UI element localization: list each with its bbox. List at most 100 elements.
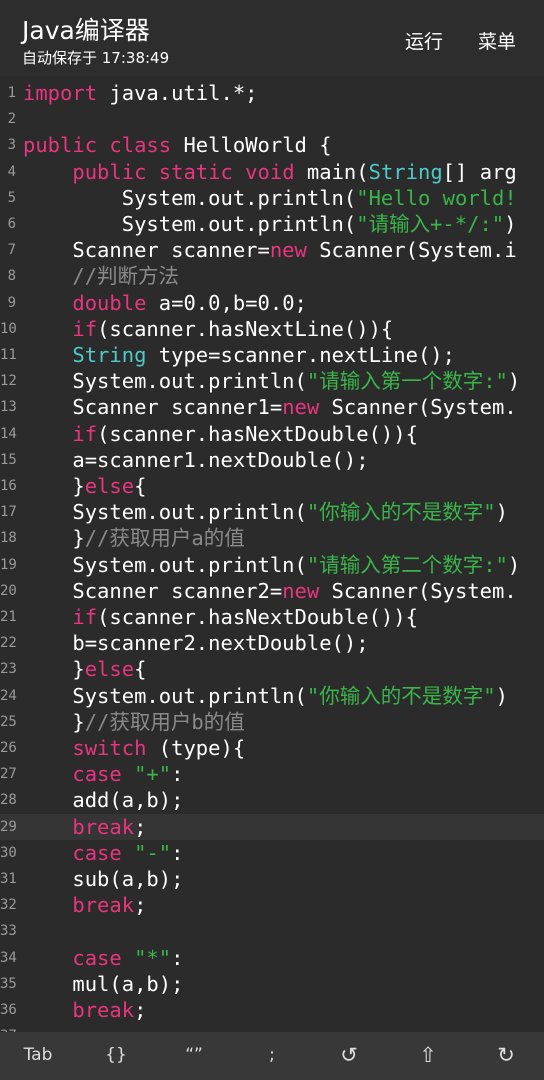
semicolon-key-button[interactable]: ; — [242, 1032, 302, 1080]
run-button[interactable]: 运行 — [405, 27, 443, 54]
code-editor[interactable]: 1 import java.util.*; 2 3 public class Hello… — [0, 76, 544, 1032]
code-token: ; — [134, 893, 147, 918]
code-token: System.out.println( — [23, 369, 307, 394]
code-line[interactable]: 34 case "*": — [0, 945, 544, 971]
line-number: 2 — [7, 111, 16, 128]
redo-button[interactable]: ↻ — [476, 1032, 536, 1080]
code-text[interactable]: System.out.println("请输入+-*/:") — [23, 211, 517, 237]
code-token: ) — [507, 369, 521, 394]
code-line[interactable]: 30 case "-": — [0, 840, 544, 866]
code-line[interactable]: 7 Scanner scanner=new Scanner(System.i — [0, 237, 544, 263]
code-text[interactable]: case "-": — [23, 840, 183, 866]
code-text[interactable]: }//获取用户a的值 — [23, 525, 244, 551]
code-line[interactable]: 9 double a=0.0,b=0.0; — [0, 290, 544, 316]
code-text[interactable]: if(scanner.hasNextDouble()){ — [23, 421, 418, 447]
code-text[interactable]: Scanner scanner1=new Scanner(System. — [23, 394, 516, 420]
code-text[interactable]: sub(a,b); — [23, 866, 183, 892]
menu-button[interactable]: 菜单 — [478, 27, 516, 54]
code-token: System.out.println( — [23, 552, 307, 577]
code-text[interactable]: System.out.println("请输入第一个数字:") — [23, 368, 520, 394]
redo-icon: ↻ — [497, 1043, 515, 1067]
code-text[interactable]: System.out.println("你输入的不是数字") — [23, 683, 508, 709]
code-text[interactable]: add(a,b); — [23, 787, 183, 813]
code-line[interactable]: 26 switch (type){ — [0, 735, 544, 761]
code-text[interactable]: break; — [23, 814, 146, 840]
code-line[interactable]: 17 System.out.println("你输入的不是数字") — [0, 499, 544, 525]
code-token: java.util.*; — [97, 81, 258, 105]
code-line[interactable]: 28 add(a,b); — [0, 787, 544, 813]
shift-button[interactable]: ⇧ — [398, 1032, 458, 1080]
code-text[interactable]: public class HelloWorld { — [23, 132, 332, 158]
code-text[interactable]: a=scanner1.nextDouble(); — [23, 447, 368, 473]
code-token: HelloWorld { — [171, 133, 332, 158]
braces-key-button[interactable]: {} — [86, 1032, 146, 1080]
code-line[interactable]: 13 Scanner scanner1=new Scanner(System. — [0, 394, 544, 420]
code-token: case — [72, 762, 122, 787]
code-line[interactable]: 1 import java.util.*; — [0, 80, 544, 106]
code-line[interactable]: 31 sub(a,b); — [0, 866, 544, 892]
code-line[interactable]: 21 if(scanner.hasNextDouble()){ — [0, 604, 544, 630]
code-line[interactable]: 3 public class HelloWorld { — [0, 132, 544, 158]
code-line[interactable]: 19 System.out.println("请输入第二个数字:") — [0, 552, 544, 578]
code-line[interactable]: 8 //判断方法 — [0, 263, 544, 289]
code-text[interactable]: }else{ — [23, 656, 146, 682]
line-number: 3 — [7, 137, 16, 154]
code-line[interactable]: 23 }else{ — [0, 656, 544, 682]
code-text[interactable]: import java.util.*; — [23, 80, 258, 106]
code-token: } — [23, 709, 85, 734]
code-line[interactable]: 15 a=scanner1.nextDouble(); — [0, 447, 544, 473]
code-text[interactable]: switch (type){ — [23, 735, 245, 761]
code-line[interactable]: 20 Scanner scanner2=new Scanner(System. — [0, 578, 544, 604]
code-line[interactable]: 22 b=scanner2.nextDouble(); — [0, 630, 544, 656]
code-line[interactable]: 37 — [0, 1023, 544, 1032]
code-text[interactable]: case "+": — [23, 761, 183, 787]
code-line[interactable]: 4 public static void main(String[] arg — [0, 159, 544, 185]
code-text[interactable]: }//获取用户b的值 — [23, 709, 244, 735]
code-line[interactable]: 16 }else{ — [0, 473, 544, 499]
code-line[interactable]: 32 break; — [0, 892, 544, 918]
code-text[interactable]: mul(a,b); — [23, 971, 183, 997]
code-text[interactable]: if(scanner.hasNextLine()){ — [23, 316, 393, 342]
quotes-key-button[interactable]: “” — [164, 1032, 224, 1080]
code-line[interactable]: 12 System.out.println("请输入第一个数字:") — [0, 368, 544, 394]
code-text[interactable]: System.out.println("你输入的不是数字") — [23, 499, 508, 525]
code-line[interactable]: 33 — [0, 918, 544, 944]
code-text[interactable]: //判断方法 — [23, 263, 179, 289]
tab-key-button[interactable]: Tab — [8, 1032, 68, 1080]
code-line[interactable]: 25 }//获取用户b的值 — [0, 709, 544, 735]
code-text[interactable]: String type=scanner.nextLine(); — [23, 342, 455, 368]
code-text[interactable]: break; — [23, 892, 146, 918]
code-line[interactable]: 18 }//获取用户a的值 — [0, 525, 544, 551]
code-line[interactable]: 36 break; — [0, 997, 544, 1023]
line-number: 4 — [7, 163, 16, 180]
code-text[interactable]: System.out.println("Hello world! — [23, 185, 517, 211]
undo-button[interactable]: ↺ — [319, 1032, 379, 1080]
code-line[interactable]: 35 mul(a,b); — [0, 971, 544, 997]
code-text[interactable]: }else{ — [23, 473, 146, 499]
code-token: else — [84, 474, 135, 498]
code-text[interactable]: public static void main(String[] arg — [23, 159, 516, 185]
code-text[interactable]: b=scanner2.nextDouble(); — [23, 630, 368, 656]
code-line[interactable]: 27 case "+": — [0, 761, 544, 787]
code-text[interactable]: case "*": — [23, 945, 183, 971]
code-line[interactable]: 6 System.out.println("请输入+-*/:") — [0, 211, 544, 237]
code-token: if — [72, 605, 98, 629]
code-text[interactable]: Scanner scanner2=new Scanner(System. — [23, 578, 516, 604]
code-line[interactable]: 14 if(scanner.hasNextDouble()){ — [0, 421, 544, 447]
code-line[interactable]: 5 System.out.println("Hello world! — [0, 185, 544, 211]
code-token: "请输入第二个数字:" — [306, 552, 508, 577]
code-line[interactable]: 2 — [0, 106, 544, 132]
code-token: (scanner.hasNextDouble()){ — [97, 421, 418, 446]
code-text[interactable]: double a=0.0,b=0.0; — [23, 290, 307, 316]
code-line[interactable]: 29 break; — [0, 813, 544, 840]
code-text[interactable]: Scanner scanner=new Scanner(System.i — [23, 237, 516, 263]
line-number: 30 — [0, 844, 17, 861]
code-text[interactable]: break; — [23, 997, 146, 1023]
code-text[interactable]: System.out.println("请输入第二个数字:") — [23, 552, 520, 578]
code-line[interactable]: 24 System.out.println("你输入的不是数字") — [0, 683, 544, 709]
code-text[interactable]: if(scanner.hasNextDouble()){ — [23, 604, 418, 630]
code-line[interactable]: 10 if(scanner.hasNextLine()){ — [0, 316, 544, 342]
code-line[interactable]: 11 String type=scanner.nextLine(); — [0, 342, 544, 368]
